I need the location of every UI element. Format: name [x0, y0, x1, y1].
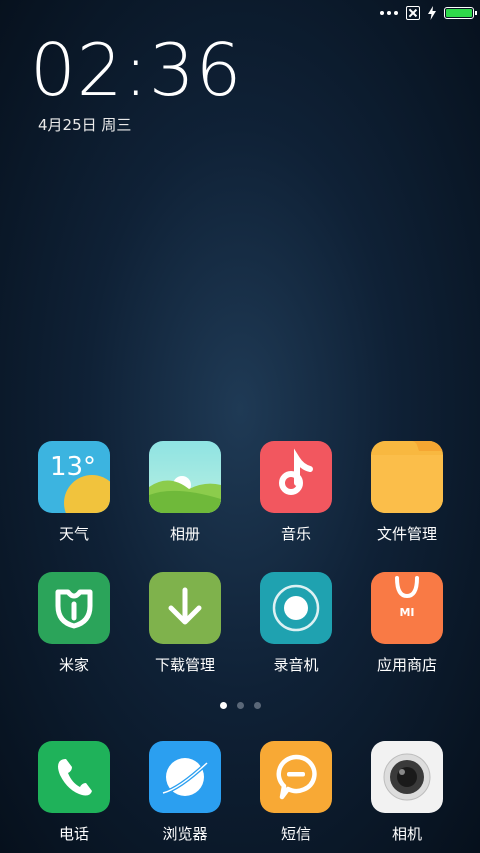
store-logo-text: MI — [399, 606, 414, 619]
app-label: 相机 — [391, 825, 422, 843]
app-gallery[interactable]: 相册 — [130, 441, 240, 544]
app-label: 米家 — [58, 656, 89, 674]
app-mijia[interactable]: 米家 — [19, 572, 129, 675]
mijia-icon — [38, 572, 110, 644]
app-store[interactable]: MI 应用商店 — [352, 572, 462, 675]
browser-icon — [149, 741, 221, 813]
weather-icon: 13° — [38, 441, 110, 513]
download-icon — [149, 572, 221, 644]
page-indicator[interactable] — [0, 702, 480, 709]
no-sim-icon — [406, 6, 420, 20]
dock-browser[interactable]: 浏览器 — [130, 741, 240, 844]
app-label: 天气 — [58, 525, 89, 543]
battery-icon — [444, 7, 477, 19]
dock-messages[interactable]: 短信 — [241, 741, 351, 844]
dock-camera[interactable]: 相机 — [352, 741, 462, 844]
status-bar — [0, 0, 480, 28]
app-label: 电话 — [58, 825, 89, 843]
app-recorder[interactable]: 录音机 — [241, 572, 351, 675]
app-label: 录音机 — [273, 656, 319, 674]
page-dot[interactable] — [236, 702, 244, 709]
clock-date[interactable]: 4月25日 周三 — [38, 114, 131, 135]
app-label: 相册 — [169, 525, 200, 543]
weather-temperature: 13° — [50, 452, 96, 482]
charging-icon — [428, 6, 436, 20]
recorder-icon — [260, 572, 332, 644]
app-label: 浏览器 — [162, 825, 208, 843]
dock-phone[interactable]: 电话 — [19, 741, 129, 844]
music-icon — [260, 441, 332, 513]
more-notifications-icon — [380, 11, 398, 15]
app-weather[interactable]: 13° 天气 — [19, 441, 129, 544]
app-label: 短信 — [280, 825, 311, 843]
page-dot[interactable] — [253, 702, 261, 709]
app-file-manager[interactable]: 文件管理 — [352, 441, 462, 544]
status-icons — [380, 6, 477, 20]
page-dot[interactable] — [219, 702, 227, 709]
camera-icon — [371, 741, 443, 813]
app-music[interactable]: 音乐 — [241, 441, 351, 544]
app-label: 音乐 — [280, 525, 311, 543]
messages-icon — [260, 741, 332, 813]
app-label: 应用商店 — [376, 656, 437, 674]
app-store-icon: MI — [371, 572, 443, 644]
folder-icon — [371, 441, 443, 513]
app-label: 下载管理 — [154, 656, 215, 674]
app-download-manager[interactable]: 下载管理 — [130, 572, 240, 675]
app-label: 文件管理 — [376, 525, 437, 543]
clock-time[interactable]: 02:36 — [30, 28, 243, 112]
phone-icon — [38, 741, 110, 813]
gallery-icon — [149, 441, 221, 513]
